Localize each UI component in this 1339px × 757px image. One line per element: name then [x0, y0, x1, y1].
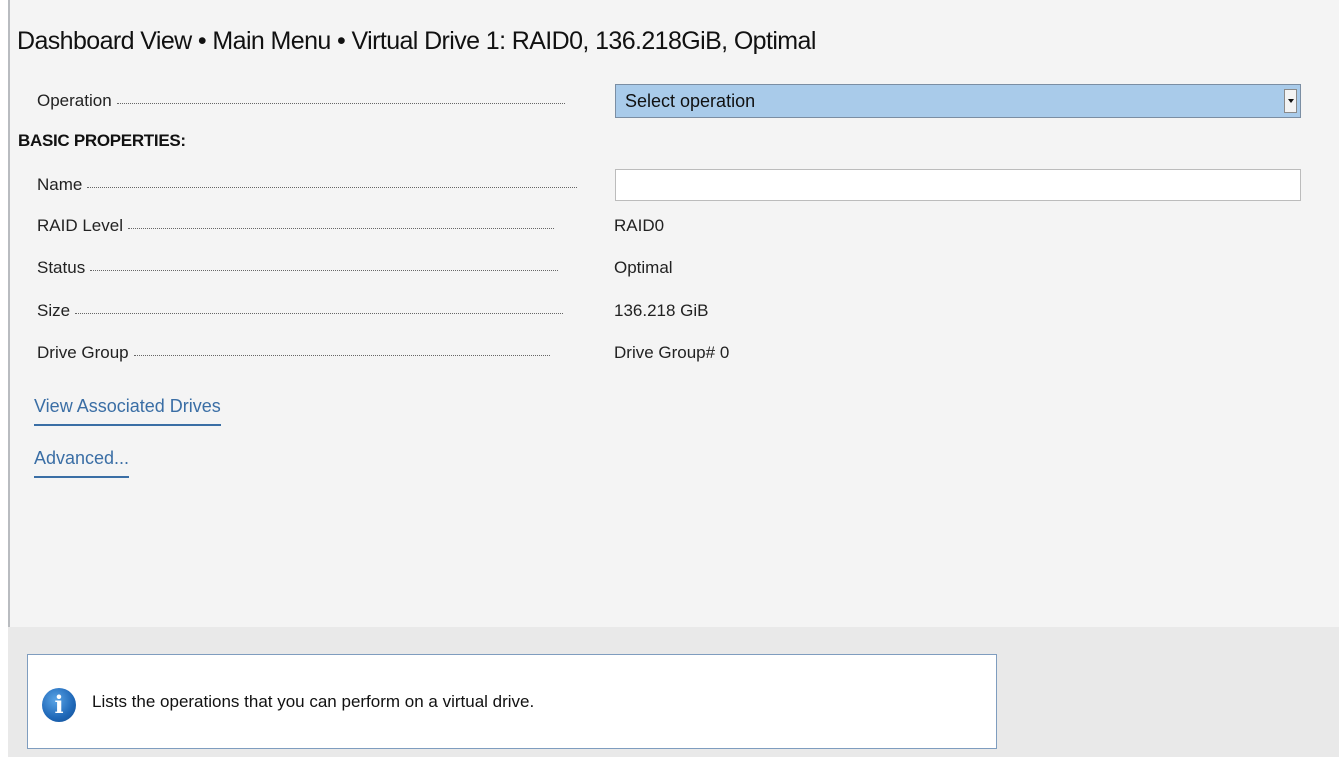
operation-label: Operation: [37, 91, 112, 110]
help-text: Lists the operations that you can perfor…: [92, 691, 535, 711]
size-label: Size: [37, 301, 71, 320]
view-associated-drives-link[interactable]: View Associated Drives: [34, 396, 221, 426]
leader-dots: [133, 354, 550, 356]
status-value: Optimal: [614, 258, 673, 277]
leader-dots: [75, 312, 564, 314]
drive-group-value: Drive Group# 0: [614, 343, 730, 362]
leader-dots: [116, 102, 565, 104]
status-label: Status: [37, 258, 86, 277]
raid-level-row: RAID Level: [37, 211, 554, 241]
info-icon: i: [42, 687, 76, 722]
dropdown-arrow-icon[interactable]: [1284, 89, 1297, 113]
raid-level-value: RAID0: [614, 216, 665, 235]
operation-select[interactable]: Select operation: [615, 84, 1301, 118]
leader-dots: [87, 186, 578, 188]
help-box: i Lists the operations that you can perf…: [27, 654, 997, 749]
drive-group-label: Drive Group: [37, 343, 129, 362]
operation-row: Operation: [37, 86, 565, 116]
name-row: Name: [37, 170, 578, 200]
status-row: Status: [37, 253, 559, 283]
raid-level-label: RAID Level: [37, 216, 123, 235]
leader-dots: [90, 269, 559, 271]
name-label: Name: [37, 175, 83, 194]
size-value: 136.218 GiB: [614, 301, 709, 320]
drive-group-row: Drive Group: [37, 338, 550, 368]
help-area: i Lists the operations that you can perf…: [8, 627, 1339, 757]
operation-select-value: Select operation: [625, 90, 756, 111]
page-title: Dashboard View • Main Menu • Virtual Dri…: [17, 27, 816, 55]
leader-dots: [127, 227, 554, 229]
basic-properties-heading: BASIC PROPERTIES:: [18, 131, 186, 150]
size-row: Size: [37, 296, 564, 326]
name-field[interactable]: [615, 169, 1301, 201]
advanced-link[interactable]: Advanced...: [34, 448, 130, 478]
